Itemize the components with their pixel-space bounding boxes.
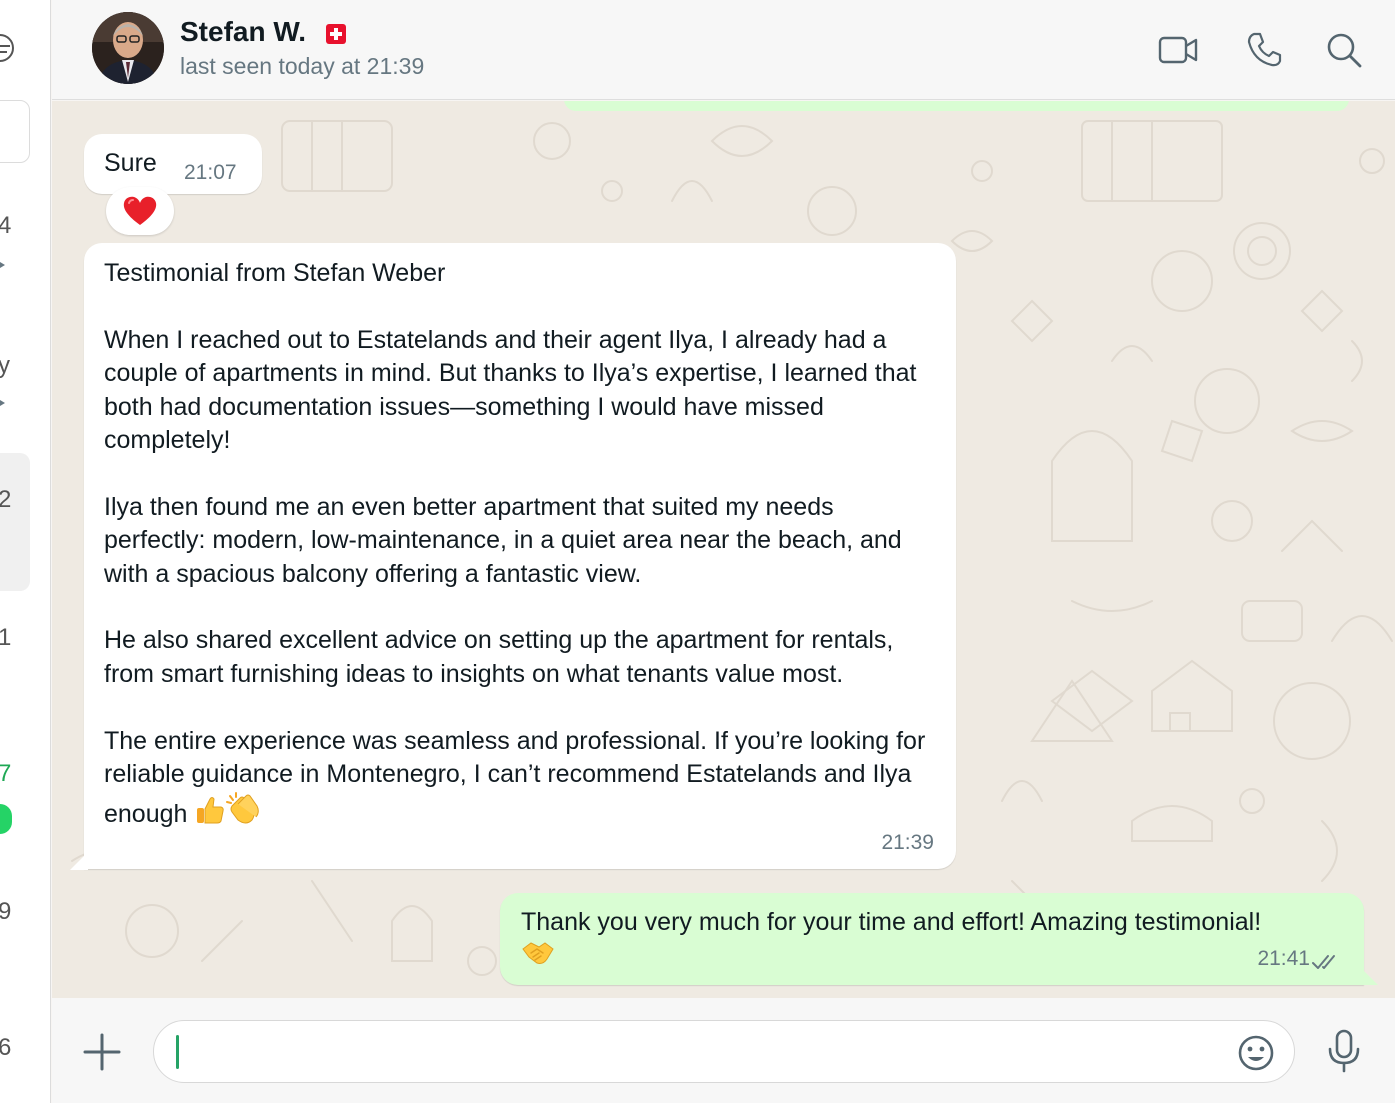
contact-name[interactable]: Stefan W. [180, 16, 306, 48]
message-text: Thank you very much for your time and ef… [521, 908, 1262, 936]
incoming-message[interactable]: Sure 21:07 [84, 134, 262, 194]
outgoing-message[interactable]: Thank you very much for your time and ef… [500, 893, 1378, 985]
read-receipt-icon [1312, 955, 1335, 969]
heart-emoji-icon [123, 196, 157, 225]
message-composer-bar [52, 998, 1395, 1103]
message-time: 21:41 [1257, 946, 1310, 970]
message-input-box[interactable] [153, 1020, 1295, 1083]
chat-item-fragment: 9 [0, 898, 11, 926]
bubble-tail [70, 852, 88, 870]
message-input[interactable] [184, 1033, 1204, 1071]
message-text: Sure [104, 149, 157, 177]
message-body: Testimonial from Stefan Weber When I rea… [104, 257, 934, 831]
chat-item-fragment: 6 [0, 1034, 11, 1062]
message-text: Testimonial from Stefan Weber When I rea… [104, 259, 926, 828]
chat-header: Stefan W. last seen today at 21:39 [52, 0, 1395, 100]
message-reaction[interactable] [106, 187, 174, 235]
thumbs-up-emoji-icon [197, 796, 225, 823]
handshake-emoji-icon [522, 942, 554, 965]
chat-search-box[interactable] [0, 100, 30, 163]
chat-item-fragment: 4 [0, 212, 11, 240]
forwarded-icon [0, 259, 5, 271]
conversation-panel[interactable]: Sure 21:07 Testimonial from Stefan Weber… [52, 101, 1395, 998]
voice-call-icon[interactable] [1242, 28, 1286, 72]
message-time: 21:39 [881, 830, 934, 854]
previous-outgoing-bubble-edge [564, 101, 1349, 111]
last-seen-status: last seen today at 21:39 [180, 53, 425, 79]
microphone-icon[interactable] [1322, 1028, 1366, 1074]
filter-icon[interactable] [0, 34, 14, 62]
emoji-icon[interactable] [1236, 1033, 1276, 1073]
message-body: Thank you very much for your time and ef… [521, 906, 1351, 973]
chat-item-fragment: 1 [0, 624, 11, 652]
search-icon[interactable] [1322, 28, 1366, 72]
bubble-tail [1360, 967, 1378, 985]
forwarded-icon [0, 397, 5, 409]
chat-list-panel: 4 y 2 1 7 9 6 [0, 0, 51, 1103]
chat-item-active[interactable] [0, 453, 30, 591]
chat-item-fragment: y [0, 352, 10, 380]
swiss-flag-icon [326, 24, 346, 44]
attach-plus-icon[interactable] [82, 1032, 122, 1072]
incoming-message[interactable]: Testimonial from Stefan Weber When I rea… [70, 243, 956, 870]
video-call-icon[interactable] [1156, 28, 1200, 72]
chat-item-fragment: 2 [0, 486, 11, 514]
clapping-hands-emoji-icon [226, 791, 260, 823]
chat-item-fragment: 7 [0, 760, 11, 788]
unread-badge [0, 804, 12, 834]
message-time: 21:07 [184, 161, 237, 184]
avatar[interactable] [92, 12, 164, 84]
text-caret [176, 1035, 179, 1069]
